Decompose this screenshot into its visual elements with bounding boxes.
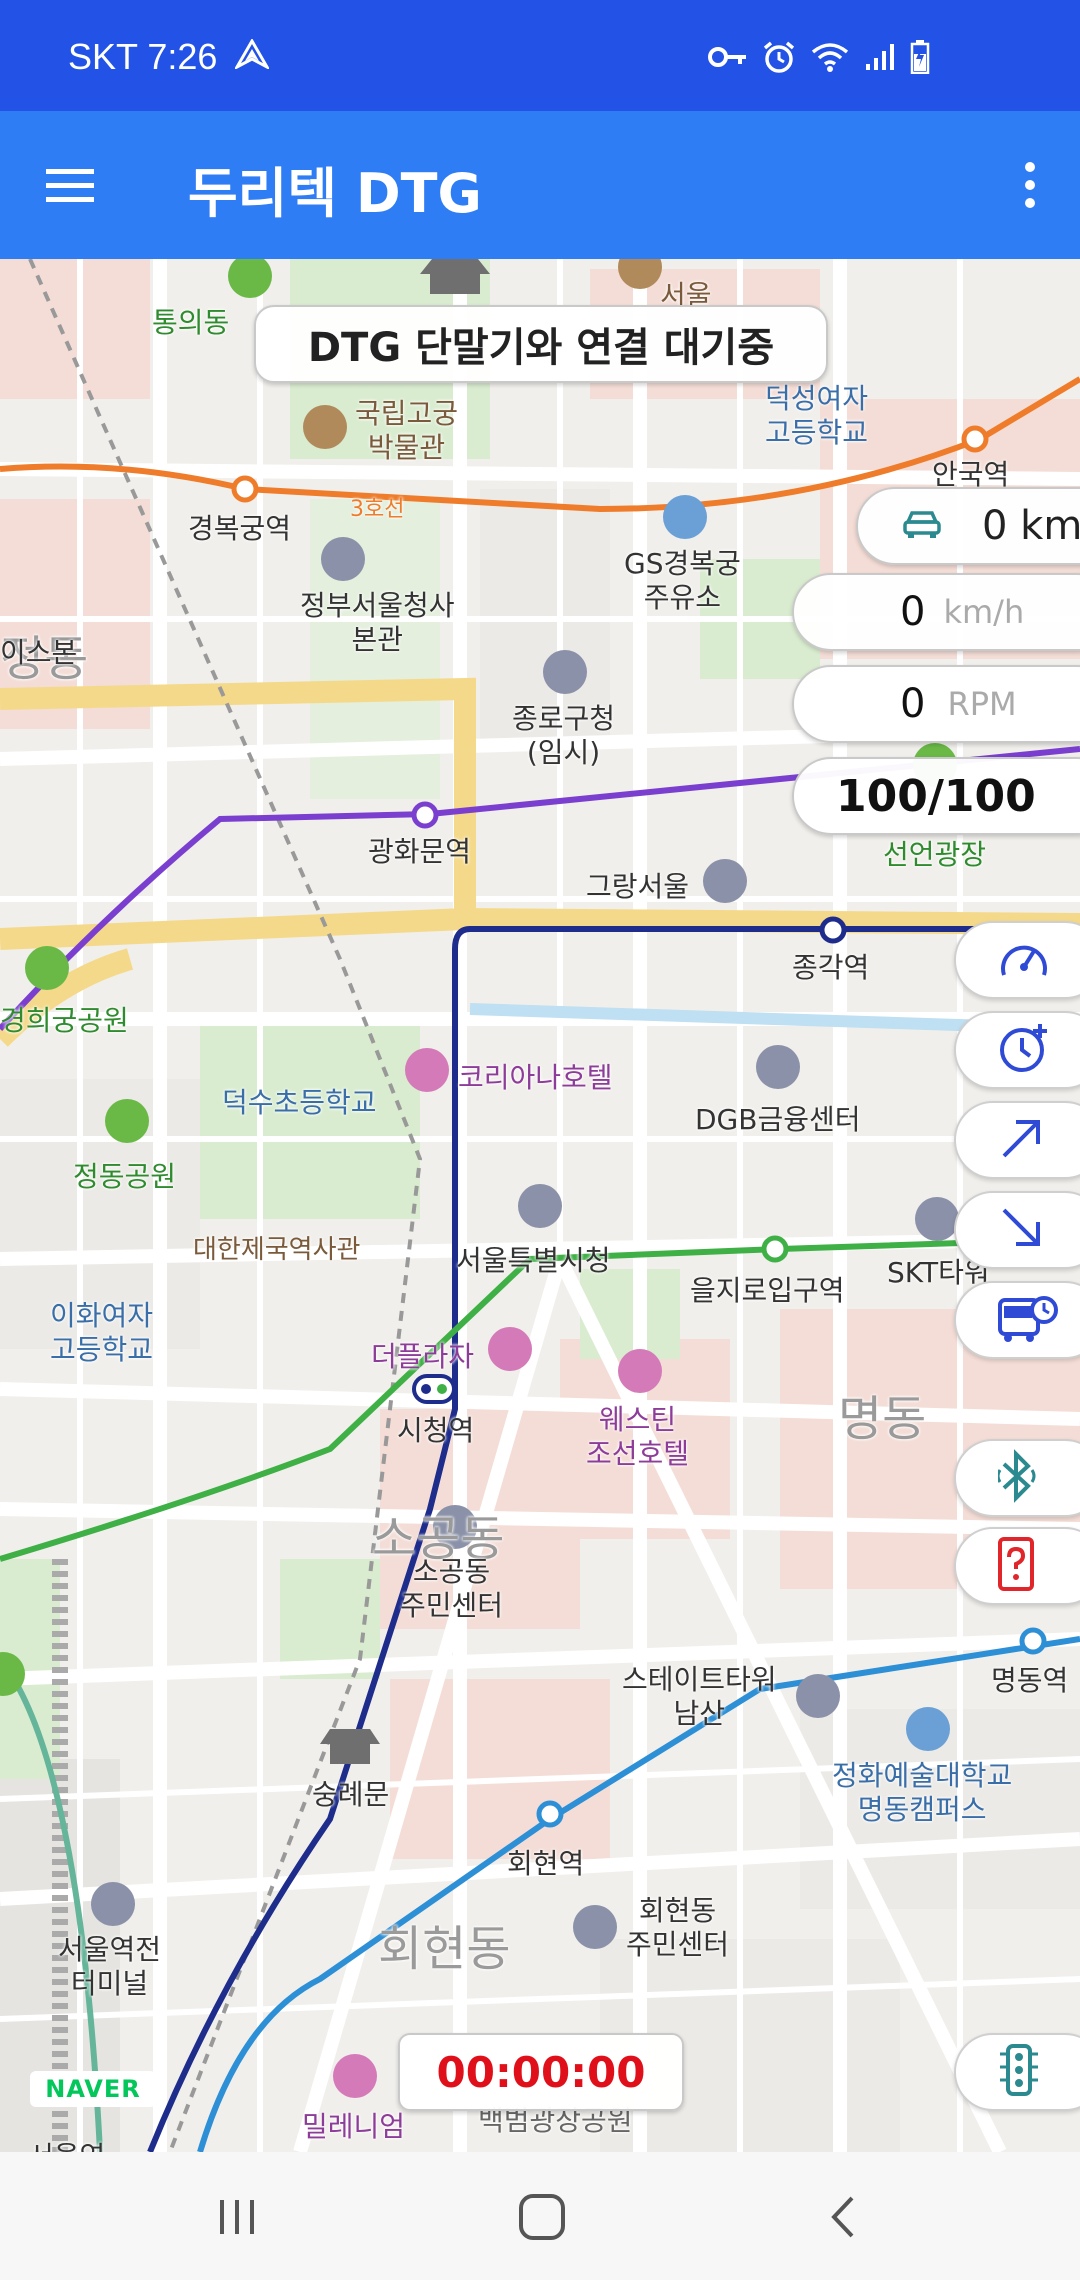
map-label-gwanghwamun: 광화문역 — [368, 835, 472, 868]
map-label-gs-station: GS경복궁 주유소 — [624, 547, 741, 614]
alarm-icon — [762, 40, 796, 78]
bluetooth-icon — [996, 1448, 1038, 1508]
bluetooth-button[interactable] — [954, 1439, 1080, 1517]
score-value: 100/100 — [836, 770, 1036, 822]
trip-timer-value: 00:00:00 — [436, 2047, 646, 2097]
naver-logo: NAVER — [30, 2071, 156, 2107]
distance-value: 0 km — [982, 503, 1080, 549]
speedometer-icon — [998, 935, 1050, 985]
app-title: 두리텍 DTG — [188, 162, 482, 225]
connection-status-text: DTG 단말기와 연결 대기중 — [307, 325, 775, 371]
map-label-gyeongbokgung: 경복궁역 — [188, 512, 292, 545]
status-icons — [708, 40, 930, 78]
map-label-jonggak: 종각역 — [792, 951, 870, 984]
device-unknown-icon — [998, 1537, 1034, 1595]
wifi-icon — [810, 41, 850, 77]
rpm-value: 0 — [900, 681, 926, 727]
map-label-jeonghwa: 정화예술대학교 명동캠퍼스 — [832, 1759, 1013, 1826]
bus-clock-icon — [998, 1292, 1058, 1348]
bus-schedule-button[interactable] — [954, 1281, 1080, 1359]
map-label-the-plaza: 더플라자 — [371, 1340, 475, 1373]
connection-status-banner: DTG 단말기와 연결 대기중 — [254, 305, 828, 383]
naver-logo-text: NAVER — [45, 2075, 141, 2103]
arrow-up-right-icon — [998, 1114, 1046, 1166]
distance-pill: 0 km — [856, 487, 1080, 565]
back-button[interactable] — [820, 2192, 870, 2242]
map-label-jeongdong-park: 정동공원 — [73, 1160, 177, 1193]
map-label-line3: 3호선 — [350, 497, 405, 522]
map-label-hoehyeon-stn: 회현역 — [507, 1847, 585, 1880]
more-options-icon[interactable] — [1010, 155, 1050, 215]
status-bar: SKT 7:26 — [0, 0, 1080, 111]
map-label-westin: 웨스틴 조선호텔 — [586, 1403, 690, 1470]
key-icon — [708, 44, 748, 74]
map-label-sogong-center: 소공동 주민센터 — [400, 1555, 504, 1622]
trip-start-button[interactable] — [954, 1101, 1080, 1179]
speed-value: 0 — [900, 589, 926, 635]
map-label-seoul-stn: 서울역 — [28, 2135, 105, 2152]
map-label-ise: 이스본 — [0, 636, 78, 669]
map-label-hoehyeon-area: 회현동 — [378, 1921, 511, 1977]
map-label-state-tower: 스테이트타워 남산 — [622, 1663, 777, 1730]
hamburger-menu-icon[interactable] — [40, 155, 100, 215]
map-label-city-hall-bldg: 서울특별시청 — [456, 1244, 611, 1277]
car-icon — [902, 508, 942, 544]
map-label-grang-seoul: 그랑서울 — [586, 870, 690, 903]
rpm-pill: 0 RPM — [792, 665, 1080, 743]
map-label-gwanghui: 경희궁공원 — [0, 1004, 129, 1037]
speed-pill: 0 km/h — [792, 573, 1080, 651]
map-label-millennium: 밀레니엄 — [302, 2110, 406, 2143]
map-label-euljiro: 을지로입구역 — [690, 1274, 845, 1307]
map-label-daehan-history: 대한제국역사관 — [193, 1235, 361, 1265]
map-label-ewha: 이화여자 고등학교 — [50, 1299, 154, 1366]
arrow-down-right-icon — [998, 1204, 1046, 1256]
map-label-myeongdong-stn: 명동역 — [991, 1664, 1069, 1697]
signal-icon — [864, 42, 896, 76]
trip-end-button[interactable] — [954, 1191, 1080, 1269]
map-label-city-hall-stn: 시청역 — [397, 1414, 475, 1447]
map-label-dgb: DGB금융센터 — [695, 1103, 861, 1136]
rpm-unit: RPM — [947, 685, 1017, 723]
map-label-deoksu: 덕수초등학교 — [222, 1086, 377, 1119]
map-view[interactable]: 통의동 서울 국립고궁 박물관 3호선 경복궁역 덕성여자 고등학교 안국역 정… — [0, 259, 1080, 2152]
trip-timer: 00:00:00 — [398, 2033, 684, 2111]
score-pill: 100/100 — [792, 757, 1080, 835]
map-label-duksung: 덕성여자 고등학교 — [765, 382, 869, 449]
app-bar: 두리텍 DTG — [0, 111, 1080, 259]
device-status-button[interactable] — [954, 1527, 1080, 1605]
clock-plus-icon — [998, 1022, 1050, 1078]
map-label-hoehyeon-center: 회현동 주민센터 — [626, 1894, 730, 1961]
map-label-seonyeon: 선언광장 — [883, 838, 987, 871]
map-label-sungnyemun: 숭례문 — [312, 1778, 390, 1811]
home-button[interactable] — [515, 2190, 569, 2244]
map-label-tongui: 통의동 — [152, 306, 230, 339]
speed-unit: km/h — [943, 593, 1025, 631]
map-label-ward-office: 종로구청 (임시) — [512, 702, 616, 769]
add-timer-button[interactable] — [954, 1011, 1080, 1089]
speedometer-button[interactable] — [954, 921, 1080, 999]
map-label-myeongdong: 명동 — [838, 1391, 927, 1447]
map-label-museum: 국립고궁 박물관 — [355, 397, 459, 464]
battery-charging-icon — [910, 40, 930, 78]
carrier-time: SKT 7:26 — [68, 36, 218, 77]
navigation-icon — [233, 36, 272, 78]
status-left: SKT 7:26 — [68, 36, 272, 78]
map-label-gov-complex: 정부서울청사 본관 — [300, 589, 455, 656]
map-label-seoul-terminal: 서울역전 터미널 — [58, 1933, 162, 2000]
map-label-koreana: 코리아나호텔 — [458, 1061, 613, 1094]
system-navigation-bar — [0, 2152, 1080, 2280]
recent-apps-button[interactable] — [212, 2192, 262, 2242]
traffic-light-icon — [998, 2044, 1040, 2100]
traffic-light-button[interactable] — [954, 2033, 1080, 2111]
